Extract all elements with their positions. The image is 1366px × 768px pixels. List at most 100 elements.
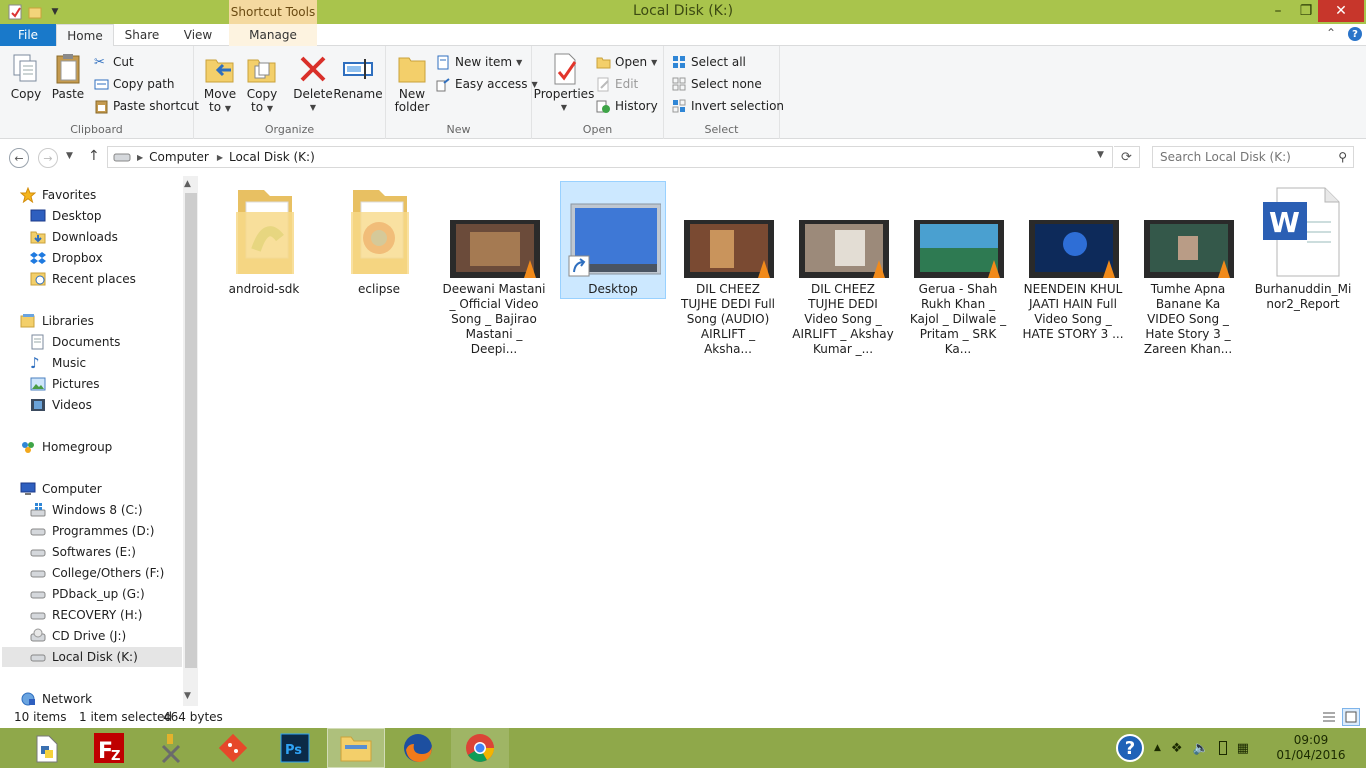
large-icons-view-icon[interactable] — [1342, 708, 1360, 726]
edit-button[interactable]: Edit — [596, 74, 638, 94]
nav-downloads-label: Downloads — [52, 230, 118, 244]
file-item[interactable]: DIL CHEEZ TUJHE DEDI Full Song (AUDIO) A… — [676, 182, 780, 357]
video-icon — [795, 182, 891, 278]
speaker-icon[interactable]: 🔈 — [1193, 741, 1209, 756]
up-arrow-icon[interactable]: ↑ — [88, 148, 100, 164]
easy-access-button[interactable]: Easy access ▼ — [436, 74, 538, 94]
tab-manage[interactable]: Manage — [229, 24, 317, 46]
delete-button[interactable]: Delete ▼ — [293, 52, 333, 114]
search-input[interactable] — [1153, 147, 1323, 167]
dropbox-tray-icon[interactable]: ❖ — [1171, 741, 1183, 756]
select-all-button[interactable]: Select all — [672, 52, 746, 72]
address-dropdown-icon[interactable]: ▼ — [1097, 150, 1104, 160]
nav-drive-h-label: RECOVERY (H:) — [52, 608, 143, 622]
photoshop-icon[interactable]: Ps — [266, 728, 324, 768]
cut-button[interactable]: ✂ Cut — [94, 52, 134, 72]
minimize-ribbon-icon[interactable]: ⌃ — [1326, 26, 1336, 40]
move-to-button[interactable]: Move to ▼ — [202, 52, 238, 115]
nav-documents[interactable]: Documents — [30, 332, 120, 352]
tab-share[interactable]: Share — [116, 24, 168, 46]
search-box[interactable]: ⚲ — [1152, 146, 1354, 168]
copy-to-button[interactable]: Copy to ▼ — [244, 52, 280, 115]
network-tray-icon[interactable]: ▦ — [1237, 741, 1249, 756]
scroll-down-icon[interactable]: ▼ — [184, 691, 191, 701]
new-folder-button[interactable]: New folder — [394, 52, 430, 114]
breadcrumb-computer[interactable]: Computer — [149, 150, 209, 164]
file-item[interactable]: Tumhe Apna Banane Ka VIDEO Song _ Hate S… — [1136, 182, 1240, 357]
history-button[interactable]: History — [596, 96, 658, 116]
tools-icon[interactable] — [142, 728, 200, 768]
breadcrumb-local-disk[interactable]: Local Disk (K:) — [229, 150, 315, 164]
file-item[interactable]: eclipse — [327, 182, 431, 297]
nav-libraries[interactable]: Libraries — [20, 311, 94, 331]
downloads-icon — [30, 231, 46, 244]
help-icon[interactable]: ? — [1348, 27, 1362, 41]
file-item[interactable]: Gerua - Shah Rukh Khan _ Kajol _ Dilwale… — [906, 182, 1010, 357]
file-item[interactable]: android-sdk — [212, 182, 316, 297]
nav-favorites[interactable]: Favorites — [20, 185, 96, 205]
forward-button[interactable]: → — [38, 148, 58, 168]
close-button[interactable]: ✕ — [1318, 0, 1364, 22]
nav-recent-places-label: Recent places — [52, 272, 136, 286]
nav-music[interactable]: ♪ Music — [30, 353, 86, 373]
invert-selection-button[interactable]: Invert selection — [672, 96, 784, 116]
nav-drive-f[interactable]: College/Others (F:) — [30, 563, 164, 583]
homegroup-icon — [22, 442, 34, 453]
file-item[interactable]: W Burhanuddin_Minor2_Report — [1251, 182, 1355, 312]
properties-button[interactable]: Properties ▼ — [534, 52, 594, 114]
nav-drive-k[interactable]: Local Disk (K:) — [2, 647, 182, 667]
file-item[interactable]: NEENDEIN KHUL JAATI HAIN Full Video Song… — [1021, 182, 1125, 342]
clock[interactable]: 09:09 01/04/2016 — [1268, 733, 1354, 763]
nav-videos[interactable]: Videos — [30, 395, 92, 415]
search-icon[interactable]: ⚲ — [1338, 150, 1347, 164]
file-item-selected[interactable]: Desktop — [560, 181, 666, 299]
nav-desktop[interactable]: Desktop — [30, 206, 102, 226]
nav-pictures[interactable]: Pictures — [30, 374, 100, 394]
nav-downloads[interactable]: Downloads — [30, 227, 118, 247]
paste-button[interactable]: Paste — [50, 52, 86, 101]
details-view-icon[interactable] — [1321, 709, 1337, 725]
copy-to-icon — [247, 59, 276, 83]
nav-scrollbar-thumb[interactable] — [185, 193, 197, 668]
nav-drive-c[interactable]: Windows 8 (C:) — [30, 500, 143, 520]
paste-shortcut-button[interactable]: Paste shortcut — [94, 96, 199, 116]
nav-homegroup[interactable]: Homegroup — [20, 437, 112, 457]
firefox-icon[interactable] — [389, 728, 447, 768]
help-tray-icon[interactable]: ? — [1116, 734, 1144, 762]
nav-drive-d[interactable]: Programmes (D:) — [30, 521, 154, 541]
new-item-button[interactable]: New item ▼ — [436, 52, 522, 72]
nav-drive-g[interactable]: PDback_up (G:) — [30, 584, 145, 604]
python-icon[interactable] — [18, 728, 76, 768]
tab-view[interactable]: View — [172, 24, 224, 46]
nav-computer[interactable]: Computer — [20, 479, 102, 499]
filezilla-icon[interactable]: FZ — [80, 728, 138, 768]
nav-drive-j[interactable]: CD Drive (J:) — [30, 626, 126, 646]
refresh-button[interactable]: ⟳ — [1114, 146, 1140, 168]
tab-file[interactable]: File — [0, 24, 56, 46]
rename-button[interactable]: Rename — [333, 52, 383, 101]
system-tray: ? ▲ ❖ 🔈 ▦ — [1116, 728, 1249, 768]
tab-home[interactable]: Home — [56, 24, 114, 47]
open-button[interactable]: Open ▼ — [596, 52, 657, 72]
back-button[interactable]: ← — [9, 148, 29, 168]
address-bar[interactable]: ▶ Computer ▶ Local Disk (K:) — [107, 146, 1113, 168]
svg-text:Ps: Ps — [285, 743, 302, 758]
recent-locations-icon[interactable]: ▼ — [66, 151, 73, 161]
copy-button[interactable]: Copy — [8, 52, 44, 101]
delete-icon — [300, 56, 326, 82]
select-none-button[interactable]: Select none — [672, 74, 762, 94]
git-icon[interactable] — [204, 728, 262, 768]
nav-drive-d-label: Programmes (D:) — [52, 524, 155, 538]
nav-recent-places[interactable]: Recent places — [30, 269, 136, 289]
scroll-up-icon[interactable]: ▲ — [184, 179, 191, 189]
nav-dropbox[interactable]: Dropbox — [30, 248, 103, 268]
battery-icon[interactable] — [1218, 741, 1227, 755]
copy-path-button[interactable]: Copy path — [94, 74, 175, 94]
file-item[interactable]: Deewani Mastani _ Official Video Song _ … — [442, 182, 546, 357]
file-explorer-icon[interactable] — [327, 728, 385, 768]
chrome-icon[interactable] — [451, 728, 509, 768]
show-hidden-icons-icon[interactable]: ▲ — [1154, 743, 1161, 753]
nav-drive-e[interactable]: Softwares (E:) — [30, 542, 136, 562]
nav-drive-h[interactable]: RECOVERY (H:) — [30, 605, 142, 625]
file-item[interactable]: DIL CHEEZ TUJHE DEDI Video Song _ AIRLIF… — [791, 182, 895, 357]
